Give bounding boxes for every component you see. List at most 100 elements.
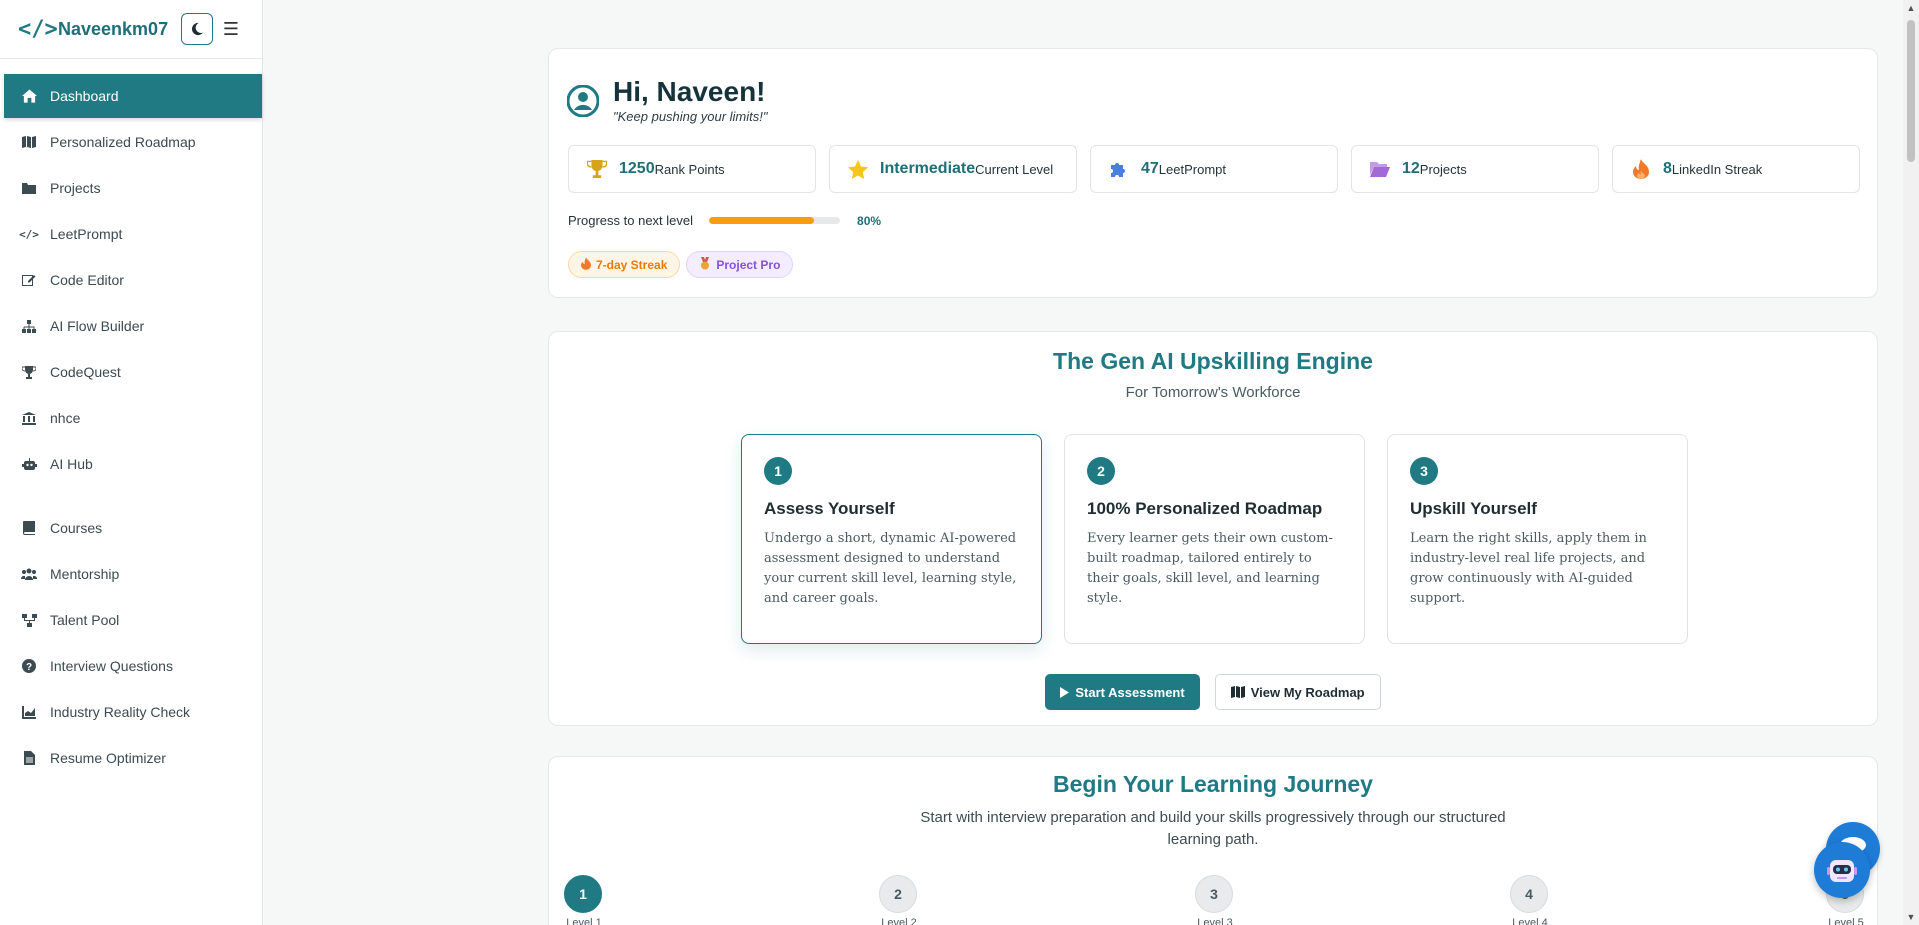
hamburger-icon: ☰ xyxy=(222,18,240,39)
sidebar-item-label: Industry Reality Check xyxy=(50,704,191,720)
fire-icon xyxy=(1629,157,1653,181)
sidebar-item-label: Mentorship xyxy=(50,566,120,582)
step-description: Undergo a short, dynamic AI-powered asse… xyxy=(764,531,1017,606)
sidebar-item-interview-questions[interactable]: ? Interview Questions xyxy=(4,644,262,688)
sidebar-item-resume-optimizer[interactable]: Resume Optimizer xyxy=(4,736,262,780)
vertical-scrollbar[interactable]: ▲ ▼ xyxy=(1903,0,1919,925)
stats-row: 1250 Rank Points Intermediate Current Le… xyxy=(568,145,1860,193)
sidebar-item-label: CodeQuest xyxy=(50,364,121,380)
step-number: 3 xyxy=(1410,457,1438,485)
stat-value: 1250 xyxy=(619,160,655,177)
stat-rank-points[interactable]: 1250 Rank Points xyxy=(568,145,816,193)
step-number: 1 xyxy=(764,457,792,485)
robot-icon xyxy=(1827,860,1857,882)
scroll-thumb[interactable] xyxy=(1907,20,1915,162)
sidebar-item-code-editor[interactable]: Code Editor xyxy=(4,258,262,302)
step-card-assess[interactable]: 1 Assess Yourself Undergo a short, dynam… xyxy=(741,434,1042,644)
menu-toggle-button[interactable]: ☰ xyxy=(219,17,243,41)
sidebar-item-ai-hub[interactable]: AI Hub xyxy=(4,442,262,486)
level-step[interactable]: 3 Level 3 xyxy=(1195,875,1235,925)
progress-bar-fill xyxy=(709,217,814,224)
sidebar-nav: Dashboard Personalized Roadmap Projects … xyxy=(0,59,262,780)
users-icon xyxy=(20,565,38,583)
upskilling-engine-card: The Gen AI Upskilling Engine For Tomorro… xyxy=(548,331,1878,726)
level-label: Level 2 xyxy=(881,917,917,925)
theme-toggle-button[interactable] xyxy=(181,13,213,45)
step-card-roadmap[interactable]: 2 100% Personalized Roadmap Every learne… xyxy=(1064,434,1365,644)
sidebar-item-label: Talent Pool xyxy=(50,612,120,628)
chatbot-button[interactable] xyxy=(1814,842,1870,898)
fire-icon xyxy=(581,256,591,273)
learning-journey-card: Begin Your Learning Journey Start with i… xyxy=(548,756,1878,925)
level-number: 4 xyxy=(1510,875,1548,913)
badge-project-pro[interactable]: Project Pro xyxy=(686,251,794,278)
puzzle-icon xyxy=(1107,157,1131,181)
badge-label: 7-day Streak xyxy=(596,257,668,272)
edit-icon xyxy=(20,271,38,289)
stat-label: Rank Points xyxy=(654,161,725,177)
sidebar-item-label: Courses xyxy=(50,520,103,536)
sidebar-item-dashboard[interactable]: Dashboard xyxy=(4,74,262,118)
welcome-card: Hi, Naveen! "Keep pushing your limits!" … xyxy=(548,48,1878,298)
trophy-icon xyxy=(20,363,38,381)
sitemap-icon xyxy=(20,317,38,335)
achievement-badges: 7-day Streak Project Pro xyxy=(568,251,794,278)
sidebar-item-industry-reality-check[interactable]: Industry Reality Check xyxy=(4,690,262,734)
scroll-up-icon[interactable]: ▲ xyxy=(1906,3,1916,13)
stat-label: Current Level xyxy=(975,161,1054,177)
trophy-icon xyxy=(585,157,609,181)
sidebar-item-nhce[interactable]: nhce xyxy=(4,396,262,440)
level-step[interactable]: 2 Level 2 xyxy=(879,875,919,925)
brand-name[interactable]: Naveenkm07 xyxy=(58,19,176,40)
start-assessment-button[interactable]: Start Assessment xyxy=(1045,674,1200,710)
step-description: Learn the right skills, apply them in in… xyxy=(1410,531,1647,606)
folder-icon xyxy=(20,179,38,197)
level-step[interactable]: 1 Level 1 xyxy=(564,875,604,925)
sidebar-item-label: AI Flow Builder xyxy=(50,318,145,334)
sidebar-item-codequest[interactable]: CodeQuest xyxy=(4,350,262,394)
badge-streak[interactable]: 7-day Streak xyxy=(568,251,681,278)
sidebar-item-leetprompt[interactable]: </> LeetPrompt xyxy=(4,212,262,256)
brand-header: </> Naveenkm07 ☰ xyxy=(0,0,262,59)
step-card-upskill[interactable]: 3 Upskill Yourself Learn the right skill… xyxy=(1387,434,1688,644)
section-title: The Gen AI Upskilling Engine xyxy=(1053,348,1373,374)
welcome-text: Hi, Naveen! "Keep pushing your limits!" xyxy=(599,75,767,124)
sidebar-item-ai-flow-builder[interactable]: AI Flow Builder xyxy=(4,304,262,348)
medal-icon xyxy=(699,256,711,273)
engine-actions: Start Assessment View My Roadmap xyxy=(549,674,1877,710)
sidebar-item-personalized-roadmap[interactable]: Personalized Roadmap xyxy=(4,120,262,164)
institution-icon xyxy=(20,409,38,427)
book-icon xyxy=(20,519,38,537)
scroll-down-icon[interactable]: ▼ xyxy=(1906,912,1916,922)
sidebar-item-label: Code Editor xyxy=(50,272,124,288)
stat-current-level[interactable]: Intermediate Current Level xyxy=(829,145,1077,193)
stat-value: Intermediate xyxy=(880,160,976,177)
code-icon: </> xyxy=(18,16,58,42)
user-avatar-icon xyxy=(567,85,599,117)
stat-value: 47 xyxy=(1141,160,1159,177)
sidebar-item-mentorship[interactable]: Mentorship xyxy=(4,552,262,596)
progress-bar xyxy=(709,217,841,224)
play-icon xyxy=(1060,686,1070,698)
step-number: 2 xyxy=(1087,457,1115,485)
progress-label: Progress to next level xyxy=(568,213,694,228)
level-number: 3 xyxy=(1195,875,1233,913)
section-subtitle: Start with interview preparation and bui… xyxy=(920,809,1506,848)
folder-open-icon xyxy=(1368,157,1392,181)
level-step[interactable]: 4 Level 4 xyxy=(1510,875,1550,925)
sidebar-item-courses[interactable]: Courses xyxy=(4,506,262,550)
stat-linkedin-streak[interactable]: 8 LinkedIn Streak xyxy=(1612,145,1860,193)
greeting-title: Hi, Naveen! xyxy=(613,76,766,107)
sidebar-item-talent-pool[interactable]: Talent Pool xyxy=(4,598,262,642)
sidebar-item-label: Resume Optimizer xyxy=(50,750,166,766)
step-title: 100% Personalized Roadmap xyxy=(1087,499,1323,518)
step-title: Assess Yourself xyxy=(764,499,895,518)
stat-projects[interactable]: 12 Projects xyxy=(1351,145,1599,193)
stat-leetprompt[interactable]: 47 LeetPrompt xyxy=(1090,145,1338,193)
stat-label: LeetPrompt xyxy=(1158,161,1226,177)
view-roadmap-button[interactable]: View My Roadmap xyxy=(1214,674,1381,710)
network-icon xyxy=(20,611,38,629)
sidebar-item-projects[interactable]: Projects xyxy=(4,166,262,210)
step-description: Every learner gets their own custom-buil… xyxy=(1087,531,1333,606)
sidebar: </> Naveenkm07 ☰ Dashboard Personalized … xyxy=(0,0,263,925)
